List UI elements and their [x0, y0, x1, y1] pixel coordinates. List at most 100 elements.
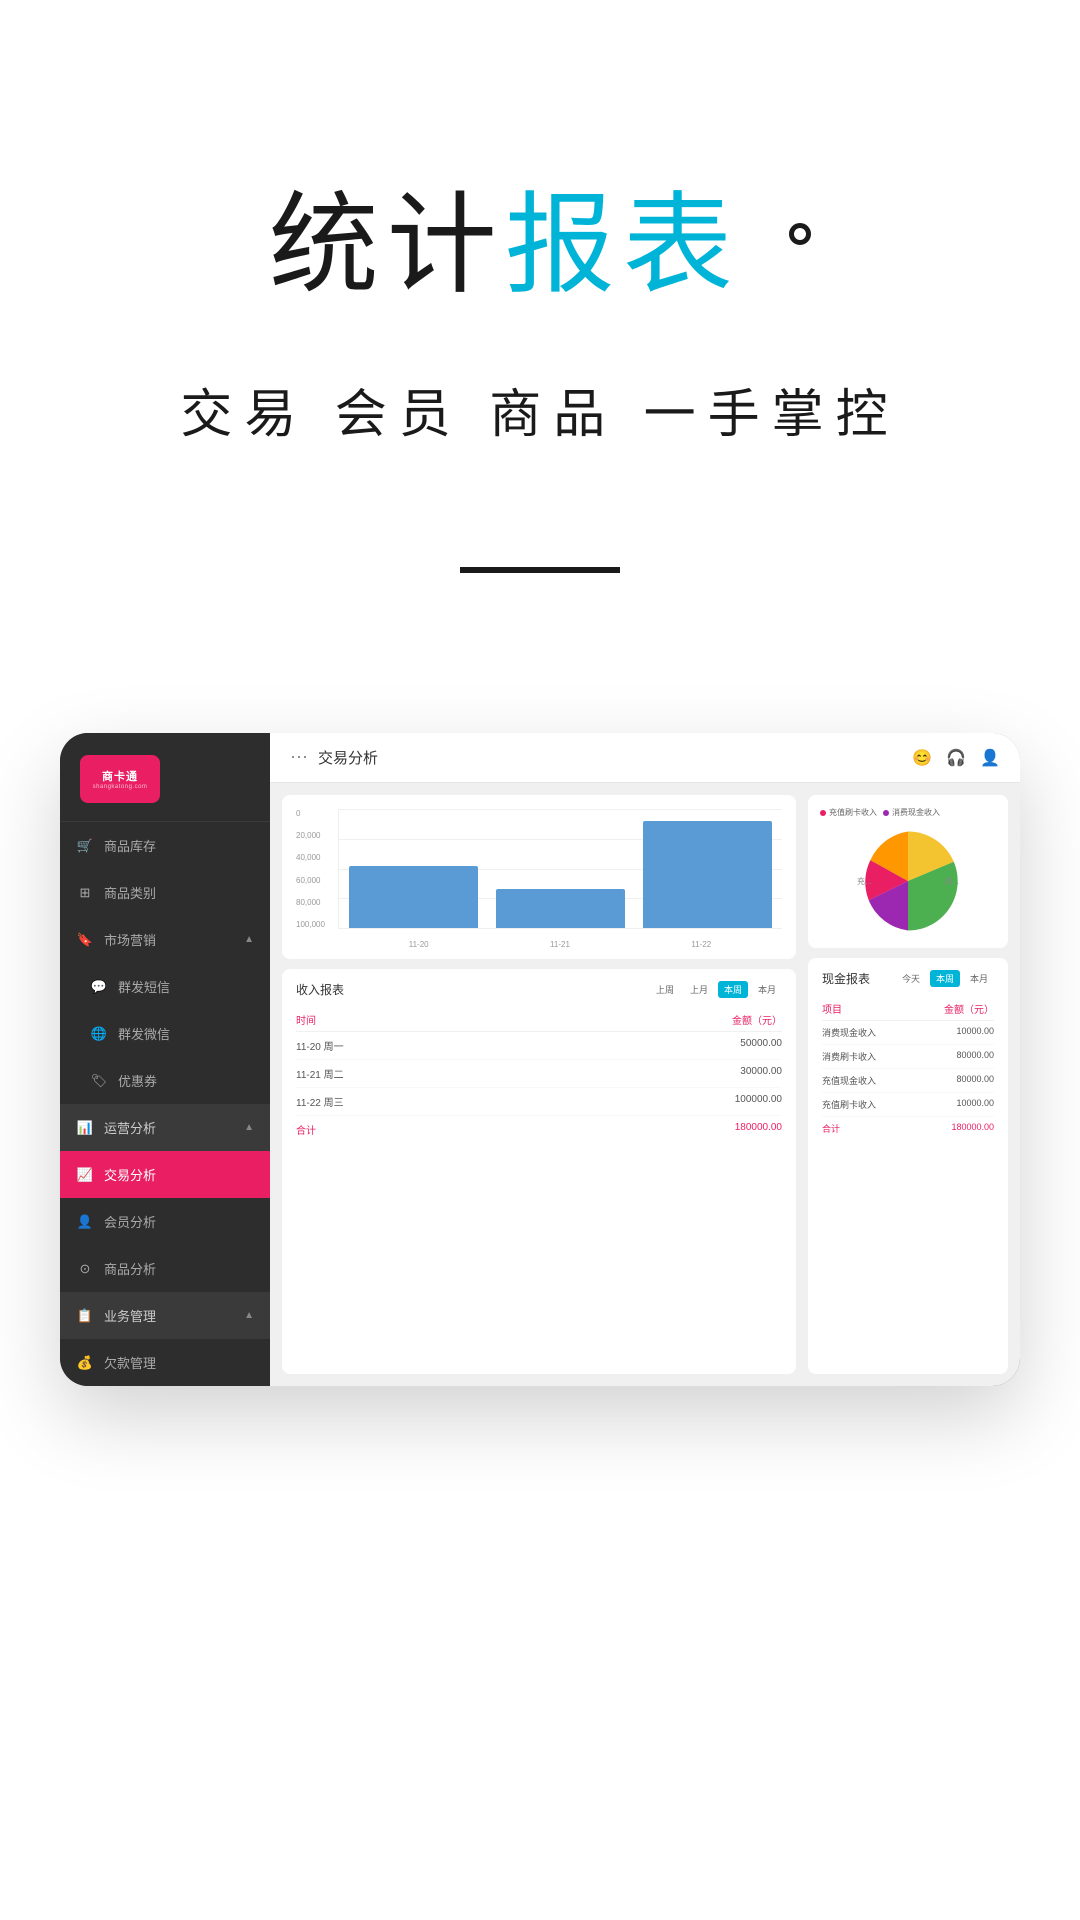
sidebar-item-sms[interactable]: 💬 群发短信: [60, 963, 270, 1010]
charts-area: 100,000 80,000 60,000 40,000 20,000 0: [270, 783, 1020, 1386]
sidebar-label-trading: 交易分析: [104, 1165, 254, 1184]
pie-chart-card: 充值刷卡收入 消费现金收入: [808, 795, 1008, 948]
dot-icon: [789, 223, 811, 245]
sidebar-label-wechat: 群发微信: [118, 1024, 254, 1043]
sidebar-item-business[interactable]: 📋 业务管理 ▲: [60, 1292, 270, 1339]
bookmark-icon: 🔖: [76, 931, 94, 949]
bar-1120: [349, 866, 478, 928]
sidebar-label-marketing: 市场营销: [104, 930, 244, 949]
logo-cn: 商卡通: [102, 768, 138, 784]
tab-last-month[interactable]: 上月: [684, 981, 714, 998]
x-label-3: 11-22: [691, 940, 711, 949]
main-content: ⋯ 交易分析 😊 🎧 👤 100,000: [270, 733, 1020, 1386]
emoji-icon[interactable]: 😊: [912, 748, 932, 768]
cell-time-3: 11-22 周三: [296, 1094, 539, 1109]
cash-amount-4: 10000.00: [956, 1098, 994, 1111]
cell-amount-3: 100000.00: [539, 1094, 782, 1109]
title-part1: 统计: [269, 184, 505, 307]
cash-table-header: 项目 金额（元）: [822, 997, 994, 1021]
sidebar-item-products[interactable]: ⊙ 商品分析: [60, 1245, 270, 1292]
income-table-header: 时间 金额（元）: [296, 1008, 782, 1032]
cash-table-card: 现金报表 今天 本周 本月 项目 金额（元） 消费现金收: [808, 958, 1008, 1374]
income-data-table: 时间 金额（元） 11-20 周一 50000.00 11-21 周二 3000…: [296, 1008, 782, 1143]
bar-group-1120: [349, 809, 478, 928]
y-label-1: 20,000: [296, 831, 325, 840]
sidebar-item-debt[interactable]: 💰 欠款管理: [60, 1339, 270, 1386]
cash-col-amount: 金额（元）: [908, 1001, 994, 1016]
chat-icon: 💬: [90, 978, 108, 996]
user-icon[interactable]: 👤: [980, 748, 1000, 768]
cash-total-row: 合计 180000.00: [822, 1117, 994, 1140]
x-label-2: 11-21: [550, 940, 570, 949]
hero-title: 统计报表: [0, 180, 1080, 312]
col-amount-header: 金额（元）: [539, 1012, 782, 1027]
income-total-row: 合计 180000.00: [296, 1116, 782, 1143]
cell-time-2: 11-21 周二: [296, 1066, 539, 1081]
y-label-5: 100,000: [296, 920, 325, 929]
bar-1121: [496, 889, 625, 928]
sidebar-item-trading[interactable]: 📈 交易分析: [60, 1151, 270, 1198]
legend-item-1: 充值刷卡收入: [820, 807, 877, 818]
wechat-icon: 🌐: [90, 1025, 108, 1043]
sidebar-item-wechat[interactable]: 🌐 群发微信: [60, 1010, 270, 1057]
cash-row-1: 消费现金收入 10000.00: [822, 1021, 994, 1045]
bar-chart-area: 100,000 80,000 60,000 40,000 20,000 0: [296, 809, 782, 949]
menu-dots-icon[interactable]: ⋯: [290, 747, 308, 768]
headphone-icon[interactable]: 🎧: [946, 748, 966, 768]
tab-this-week[interactable]: 本周: [718, 981, 748, 998]
sidebar-logo: 商卡通 shangkatong.com: [60, 733, 270, 822]
chart-icon: 📊: [76, 1119, 94, 1137]
main-header: ⋯ 交易分析 😊 🎧 👤: [270, 733, 1020, 783]
sidebar-item-coupon[interactable]: 🏷 优惠券: [60, 1057, 270, 1104]
tab-this-month[interactable]: 本月: [752, 981, 782, 998]
sidebar-item-inventory[interactable]: 🛒 商品库存: [60, 822, 270, 869]
tab-this-week-cash[interactable]: 本周: [930, 970, 960, 987]
tab-last-week[interactable]: 上周: [650, 981, 680, 998]
dashboard-wrapper: 商卡通 shangkatong.com 🛒 商品库存 ⊞ 商品类别 🔖 市场营销…: [60, 733, 1020, 1386]
pie-svg: [853, 826, 963, 936]
cash-label-1: 消费现金收入: [822, 1026, 956, 1039]
income-total-label: 合计: [296, 1122, 539, 1137]
logo-en: shangkatong.com: [93, 784, 148, 790]
cart-icon: 🛒: [76, 837, 94, 855]
pie-container: 充... 消...: [853, 826, 963, 936]
cash-total-label: 合计: [822, 1122, 951, 1135]
cash-col-item: 项目: [822, 1001, 908, 1016]
hero-divider: [460, 567, 620, 573]
member-icon: 👤: [76, 1213, 94, 1231]
cash-amount-1: 10000.00: [956, 1026, 994, 1039]
hero-section: 统计报表 交易 会员 商品 一手掌控: [0, 0, 1080, 633]
bar-1122: [643, 821, 772, 928]
income-total-amount: 180000.00: [539, 1122, 782, 1137]
sidebar-label-coupon: 优惠券: [118, 1071, 254, 1090]
pie-legend: 充值刷卡收入 消费现金收入: [820, 807, 996, 818]
cash-label-3: 充值现金收入: [822, 1074, 956, 1087]
legend-label-1: 充值刷卡收入: [829, 807, 877, 818]
title-part2: 报表: [505, 184, 741, 307]
sidebar-item-category[interactable]: ⊞ 商品类别: [60, 869, 270, 916]
tag-icon: 🏷: [90, 1072, 108, 1090]
income-table-card: 收入报表 上周 上月 本周 本月 时间 金额（元）: [282, 969, 796, 1374]
bar-chart-card: 100,000 80,000 60,000 40,000 20,000 0: [282, 795, 796, 959]
tab-this-month-cash[interactable]: 本月: [964, 970, 994, 987]
sidebar-item-operations[interactable]: 📊 运营分析 ▲: [60, 1104, 270, 1151]
tab-today[interactable]: 今天: [896, 970, 926, 987]
header-left: ⋯ 交易分析: [290, 747, 378, 768]
y-label-0: 0: [296, 809, 325, 818]
cell-amount-1: 50000.00: [539, 1038, 782, 1053]
y-axis: 100,000 80,000 60,000 40,000 20,000 0: [296, 809, 325, 929]
chevron-down-icon: ▲: [244, 1122, 254, 1133]
bars-container: [338, 809, 782, 929]
cash-row-4: 充值刷卡收入 10000.00: [822, 1093, 994, 1117]
header-icons: 😊 🎧 👤: [912, 748, 1000, 768]
sidebar-label-inventory: 商品库存: [104, 836, 254, 855]
sidebar: 商卡通 shangkatong.com 🛒 商品库存 ⊞ 商品类别 🔖 市场营销…: [60, 733, 270, 1386]
legend-dot-1: [820, 810, 826, 816]
sidebar-label-category: 商品类别: [104, 883, 254, 902]
sidebar-item-members[interactable]: 👤 会员分析: [60, 1198, 270, 1245]
legend-dot-2: [883, 810, 889, 816]
trend-icon: 📈: [76, 1166, 94, 1184]
y-label-4: 80,000: [296, 898, 325, 907]
x-axis: 11-20 11-21 11-22: [338, 940, 782, 949]
sidebar-item-marketing[interactable]: 🔖 市场营销 ▲: [60, 916, 270, 963]
